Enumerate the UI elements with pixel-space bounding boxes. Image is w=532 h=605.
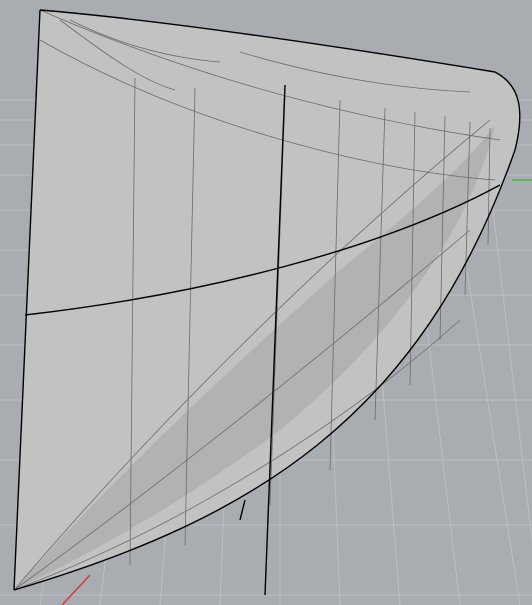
3d-perspective-viewport[interactable] — [0, 0, 532, 605]
viewport-canvas[interactable] — [0, 0, 532, 605]
